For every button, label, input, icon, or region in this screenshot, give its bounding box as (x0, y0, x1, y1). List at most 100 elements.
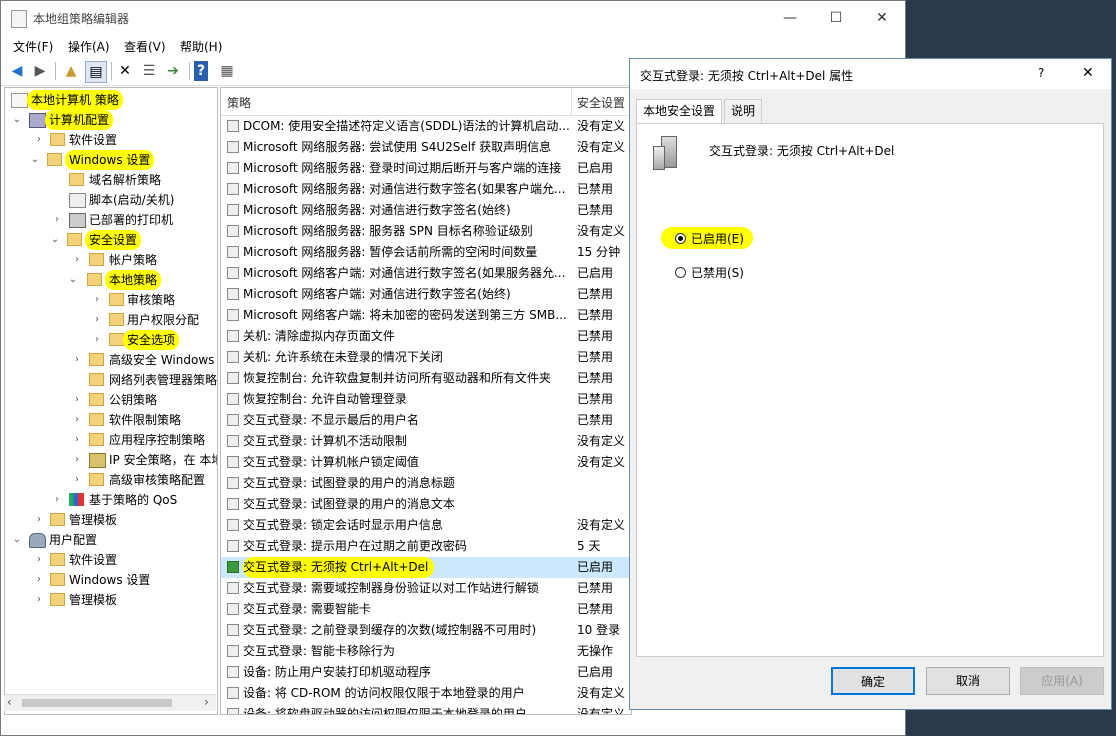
policy-row[interactable]: Microsoft 网络服务器: 服务器 SPN 目标名称验证级别 没有定义 (221, 221, 631, 242)
scroll-left-icon[interactable]: ‹ (7, 695, 12, 709)
policy-row[interactable]: 交互式登录: 不显示最后的用户名 已禁用 (221, 410, 631, 431)
policy-row[interactable]: Microsoft 网络客户端: 对通信进行数字签名(始终) 已禁用 (221, 284, 631, 305)
minimize-button[interactable]: — (767, 1, 813, 35)
policy-row[interactable]: Microsoft 网络服务器: 尝试使用 S4U2Self 获取声明信息 没有定… (221, 137, 631, 158)
policy-name: Microsoft 网络客户端: 对通信进行数字签名(如果服务器允... (243, 266, 566, 280)
column-divider[interactable] (571, 88, 572, 115)
policy-row[interactable]: 交互式登录: 需要智能卡 已禁用 (221, 599, 631, 620)
policy-doc-icon (11, 93, 28, 108)
view-icon[interactable]: ▦ (217, 61, 237, 81)
policy-name: 交互式登录: 无须按 Ctrl+Alt+Del (243, 557, 435, 578)
policy-row[interactable]: Microsoft 网络服务器: 对通信进行数字签名(如果客户端允... 已禁用 (221, 179, 631, 200)
column-header-policy[interactable]: 策略 (227, 94, 251, 111)
menu-action[interactable]: 操作(A) (68, 38, 110, 55)
policy-setting: 没有定义 (577, 140, 626, 154)
chevron-right-icon[interactable]: › (71, 430, 83, 450)
show-tree-icon[interactable]: ▤ (85, 61, 107, 83)
toolbar-separator (189, 62, 190, 80)
chevron-down-icon[interactable]: ⌄ (11, 530, 23, 550)
ok-button[interactable]: 确定 (831, 667, 915, 695)
chevron-right-icon[interactable]: › (33, 570, 45, 590)
tree-horizontal-scrollbar[interactable]: ‹ › (4, 694, 216, 711)
chevron-right-icon[interactable]: › (51, 210, 63, 230)
close-button[interactable]: ✕ (859, 1, 905, 35)
policy-row[interactable]: 交互式登录: 计算机不活动限制 没有定义 (221, 431, 631, 452)
chevron-right-icon[interactable]: › (51, 490, 63, 510)
scroll-right-icon[interactable]: › (204, 695, 209, 709)
maximize-button[interactable]: ☐ (813, 1, 859, 35)
forward-icon[interactable]: ▶ (30, 61, 50, 81)
policy-row[interactable]: Microsoft 网络客户端: 对通信进行数字签名(如果服务器允... 已启用 (221, 263, 631, 284)
disabled-radio[interactable] (675, 267, 686, 278)
cancel-button[interactable]: 取消 (926, 667, 1010, 695)
policy-row[interactable]: 设备: 防止用户安装打印机驱动程序 已启用 (221, 662, 631, 683)
policy-row[interactable]: 恢复控制台: 允许自动管理登录 已禁用 (221, 389, 631, 410)
policy-row[interactable]: Microsoft 网络客户端: 将未加密的密码发送到第三方 SMB... 已禁用 (221, 305, 631, 326)
up-folder-icon[interactable]: ▲ (61, 61, 81, 81)
policy-row[interactable]: 交互式登录: 之前登录到缓存的次数(域控制器不可用时) 10 登录 (221, 620, 631, 641)
chevron-right-icon[interactable]: › (91, 330, 103, 350)
enabled-radio[interactable] (675, 233, 686, 244)
tab-local-security-setting[interactable]: 本地安全设置 (636, 99, 723, 124)
chevron-right-icon[interactable]: › (71, 450, 83, 470)
dialog-close-button[interactable]: ✕ (1082, 65, 1094, 81)
policy-row[interactable]: Microsoft 网络服务器: 登录时间过期后断开与客户端的连接 已启用 (221, 158, 631, 179)
menu-file[interactable]: 文件(F) (13, 38, 53, 55)
policy-row[interactable]: 交互式登录: 试图登录的用户的消息文本 (221, 494, 631, 515)
chevron-right-icon[interactable]: › (71, 410, 83, 430)
policy-row[interactable]: 交互式登录: 试图登录的用户的消息标题 (221, 473, 631, 494)
policy-row[interactable]: 交互式登录: 智能卡移除行为 无操作 (221, 641, 631, 662)
policy-setting: 无操作 (577, 644, 614, 658)
policy-row[interactable]: 关机: 清除虚拟内存页面文件 已禁用 (221, 326, 631, 347)
chevron-right-icon[interactable]: › (33, 590, 45, 610)
back-icon[interactable]: ◀ (7, 61, 27, 81)
column-header-setting[interactable]: 安全设置 (577, 94, 625, 111)
chevron-right-icon[interactable]: › (71, 470, 83, 490)
delete-icon[interactable]: ✕ (115, 61, 135, 81)
chevron-down-icon[interactable]: ⌄ (49, 230, 61, 250)
policy-row[interactable]: 设备: 将 CD-ROM 的访问权限仅限于本地登录的用户 没有定义 (221, 683, 631, 704)
chevron-down-icon[interactable]: ⌄ (29, 150, 41, 170)
policy-row[interactable]: Microsoft 网络服务器: 暂停会话前所需的空闲时间数量 15 分钟 (221, 242, 631, 263)
menu-help[interactable]: 帮助(H) (180, 38, 222, 55)
policy-row[interactable]: Microsoft 网络服务器: 对通信进行数字签名(始终) 已禁用 (221, 200, 631, 221)
policy-name: 交互式登录: 试图登录的用户的消息标题 (243, 476, 455, 490)
chevron-right-icon[interactable]: › (71, 390, 83, 410)
chevron-right-icon[interactable]: › (91, 310, 103, 330)
chevron-right-icon[interactable]: › (33, 130, 45, 150)
chevron-down-icon[interactable]: ⌄ (67, 270, 79, 290)
menu-view[interactable]: 查看(V) (124, 38, 166, 55)
scrollbar-thumb[interactable] (22, 699, 172, 707)
navigation-tree[interactable]: 本地计算机 策略 ⌄ 计算机配置 › 软件设置 ⌄ Windows 设置 域名解… (4, 87, 218, 715)
policy-list[interactable]: 策略 安全设置 DCOM: 使用安全描述符定义语言(SDDL)语法的计算机启动.… (220, 87, 632, 715)
chevron-down-icon[interactable]: ⌄ (11, 110, 23, 130)
policy-icon (227, 204, 239, 216)
chevron-right-icon[interactable]: › (71, 250, 83, 270)
policy-row[interactable]: 设备: 将软盘驱动器的访问权限仅限于本地登录的用户 没有定义 (221, 704, 631, 714)
chevron-right-icon[interactable]: › (33, 510, 45, 530)
policy-icon (227, 246, 239, 258)
help-icon[interactable]: ? (194, 61, 208, 81)
apply-button[interactable]: 应用(A) (1020, 667, 1104, 695)
policy-row[interactable]: 交互式登录: 提示用户在过期之前更改密码 5 天 (221, 536, 631, 557)
policy-row[interactable]: 交互式登录: 锁定会话时显示用户信息 没有定义 (221, 515, 631, 536)
policy-row[interactable]: 交互式登录: 计算机帐户锁定阈值 没有定义 (221, 452, 631, 473)
properties-icon[interactable]: ☰ (139, 61, 159, 81)
dialog-help-button[interactable]: ? (1038, 66, 1044, 80)
chevron-right-icon[interactable]: › (71, 350, 83, 370)
policy-row[interactable]: 交互式登录: 无须按 Ctrl+Alt+Del 已启用 (221, 557, 631, 578)
folder-icon (50, 553, 65, 566)
tree-item-label: 审核策略 (127, 293, 176, 307)
tab-explain[interactable]: 说明 (724, 99, 763, 123)
policy-row[interactable]: DCOM: 使用安全描述符定义语言(SDDL)语法的计算机启动... 没有定义 (221, 116, 631, 137)
export-icon[interactable]: ➔ (163, 61, 183, 81)
enabled-label[interactable]: 已启用(E) (691, 230, 744, 247)
chevron-right-icon[interactable]: › (91, 290, 103, 310)
policy-row[interactable]: 交互式登录: 需要域控制器身份验证以对工作站进行解锁 已禁用 (221, 578, 631, 599)
policy-icon (227, 288, 239, 300)
policy-row[interactable]: 关机: 允许系统在未登录的情况下关闭 已禁用 (221, 347, 631, 368)
policy-setting: 已禁用 (577, 371, 614, 385)
disabled-label[interactable]: 已禁用(S) (691, 264, 744, 281)
policy-row[interactable]: 恢复控制台: 允许软盘复制并访问所有驱动器和所有文件夹 已禁用 (221, 368, 631, 389)
chevron-right-icon[interactable]: › (33, 550, 45, 570)
